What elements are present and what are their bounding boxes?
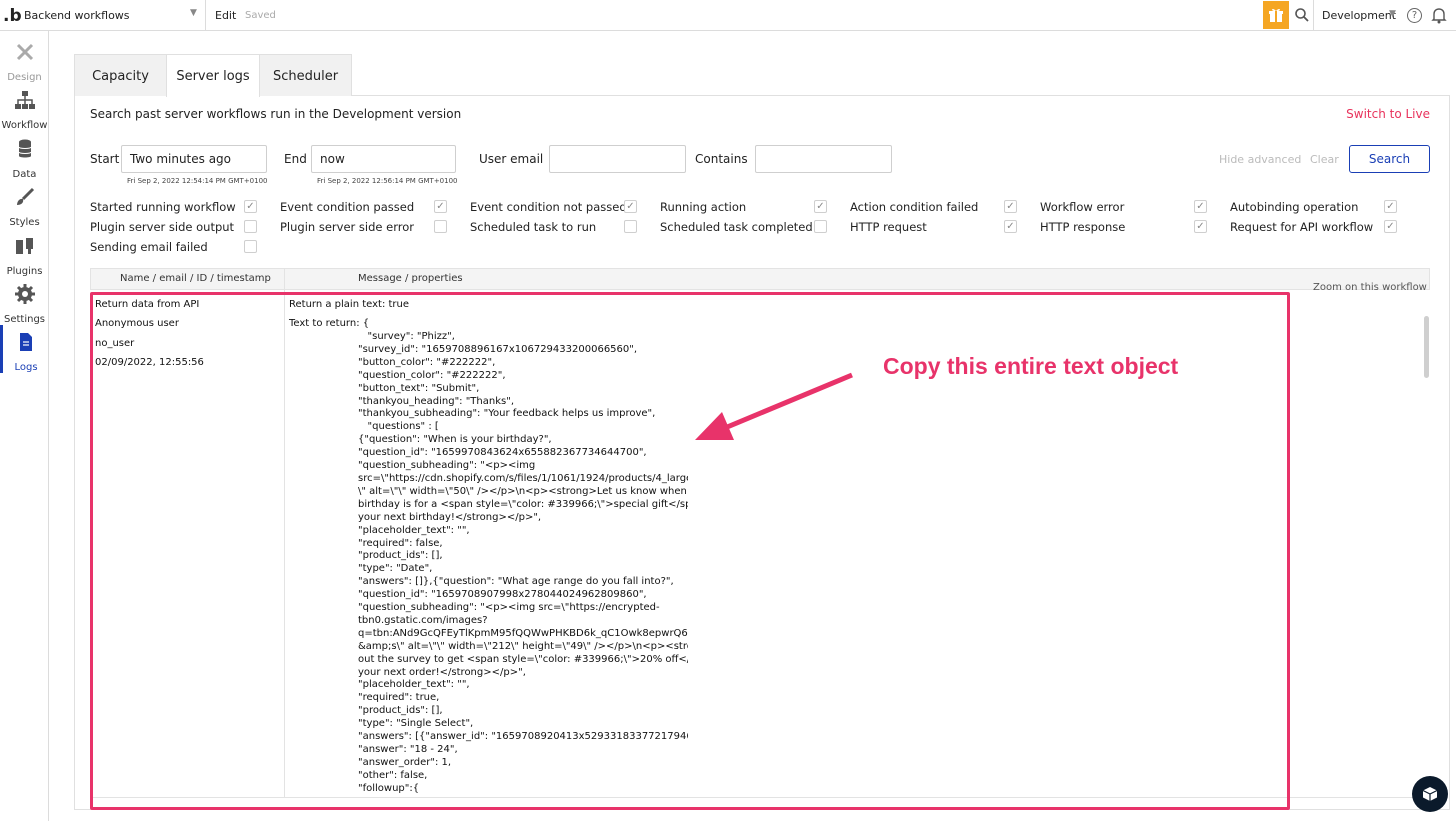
checkbox[interactable]: [434, 220, 447, 233]
gear-icon: [14, 284, 35, 304]
checkbox[interactable]: [244, 240, 257, 253]
filter-http-response: HTTP response: [1040, 220, 1126, 234]
checkbox[interactable]: ✓: [1384, 200, 1397, 213]
chevron-down-icon[interactable]: ▼: [1389, 9, 1396, 19]
end-input[interactable]: now: [311, 145, 456, 173]
checkbox[interactable]: [244, 220, 257, 233]
contains-label: Contains: [695, 152, 748, 166]
sidebar-item-label: Workflow: [1, 120, 48, 131]
search-icon[interactable]: [1294, 7, 1310, 23]
filter-request-for-api-workflow: Request for API workflow: [1230, 220, 1374, 234]
bell-icon[interactable]: [1431, 7, 1447, 24]
cube-icon: [1422, 787, 1438, 801]
filter-autobinding-operation: Autobinding operation: [1230, 200, 1359, 214]
filter-action-condition-failed: Action condition failed: [850, 200, 979, 214]
zoom-on-workflow-link[interactable]: Zoom on this workflow: [1313, 282, 1427, 292]
arrow-icon: [695, 372, 853, 440]
filter-running-action: Running action: [660, 200, 747, 214]
checkbox[interactable]: ✓: [1194, 220, 1207, 233]
start-label: Start: [90, 152, 120, 166]
plug-icon: [15, 238, 33, 254]
sidebar-item-plugins[interactable]: Plugins: [0, 229, 49, 277]
filter-scheduled-task-to-run: Scheduled task to run: [470, 220, 597, 234]
checkbox[interactable]: [624, 220, 637, 233]
checkbox[interactable]: ✓: [1384, 220, 1397, 233]
column-header-message: Message / properties: [358, 273, 463, 284]
sidebar-item-label: Design: [7, 72, 42, 83]
user-email-label: User email: [479, 152, 544, 166]
sidebar-item-label: Data: [12, 169, 37, 180]
search-button[interactable]: Search: [1349, 145, 1430, 173]
sidebar-item-workflow[interactable]: Workflow: [0, 83, 49, 131]
workflow-icon: [14, 91, 35, 109]
document-icon: [20, 333, 32, 351]
filter-event-condition-passed: Event condition passed: [280, 200, 415, 214]
filter-sending-email-failed: Sending email failed: [90, 240, 208, 254]
switch-to-live-link[interactable]: Switch to Live: [1346, 107, 1430, 121]
gift-button[interactable]: [1263, 1, 1289, 29]
checkbox[interactable]: ✓: [1004, 200, 1017, 213]
sidebar-item-label: Plugins: [6, 266, 43, 277]
filter-http-request: HTTP request: [850, 220, 927, 234]
checkbox[interactable]: ✓: [624, 200, 637, 213]
sidebar-item-styles[interactable]: Styles: [0, 180, 49, 228]
saved-status: Saved: [245, 10, 276, 21]
edit-menu[interactable]: Edit: [215, 9, 236, 22]
top-bar: .b Backend workflows ▼ Edit Saved Develo…: [0, 0, 1456, 31]
divider: [205, 0, 206, 31]
start-hint: Fri Sep 2, 2022 12:54:14 PM GMT+0100: [127, 177, 268, 185]
sidebar-item-design[interactable]: Design: [0, 35, 49, 83]
filter-plugin-server-side-error: Plugin server side error: [280, 220, 414, 234]
filter-workflow-error: Workflow error: [1040, 200, 1125, 214]
brush-icon: [16, 187, 34, 205]
start-input[interactable]: Two minutes ago: [121, 145, 267, 173]
sidebar-item-label: Styles: [9, 217, 40, 228]
design-icon: [16, 43, 33, 61]
bubble-logo[interactable]: .b: [3, 6, 22, 26]
sidebar-item-logs[interactable]: Logs: [0, 325, 49, 373]
column-header-name: Name / email / ID / timestamp: [120, 273, 271, 284]
checkbox[interactable]: ✓: [1194, 200, 1207, 213]
filter-scheduled-task-completed: Scheduled task completed: [660, 220, 813, 234]
environment-selector[interactable]: Development: [1322, 9, 1396, 22]
sidebar-item-label: Settings: [3, 314, 45, 325]
end-label: End: [284, 152, 307, 166]
contains-input[interactable]: [755, 145, 892, 173]
tab-capacity[interactable]: Capacity: [74, 54, 167, 96]
gift-icon: [1269, 8, 1283, 22]
checkbox[interactable]: [814, 220, 827, 233]
filter-event-condition-not-passed: Event condition not passed: [470, 200, 627, 214]
help-icon[interactable]: ?: [1407, 8, 1422, 23]
hide-advanced-link[interactable]: Hide advanced: [1219, 153, 1301, 166]
clear-link[interactable]: Clear: [1310, 153, 1339, 166]
sidebar: Design Workflow Data Styles Plugins Sett…: [0, 31, 49, 821]
table-header: Name / email / ID / timestamp Message / …: [90, 268, 1430, 290]
page-selector[interactable]: Backend workflows: [24, 9, 130, 22]
filter-plugin-server-side-output: Plugin server side output: [90, 220, 235, 234]
database-icon: [18, 139, 31, 158]
checkbox[interactable]: ✓: [1004, 220, 1017, 233]
callout-text: Copy this entire text object: [883, 353, 1179, 379]
sidebar-item-label: Logs: [14, 362, 38, 373]
checkbox[interactable]: ✓: [814, 200, 827, 213]
scrollbar[interactable]: [1424, 316, 1429, 378]
chevron-down-icon[interactable]: ▼: [190, 8, 197, 18]
divider: [1313, 0, 1314, 31]
checkbox[interactable]: ✓: [434, 200, 447, 213]
end-hint: Fri Sep 2, 2022 12:56:14 PM GMT+0100: [317, 177, 458, 185]
sidebar-item-settings[interactable]: Settings: [0, 277, 49, 325]
search-heading: Search past server workflows run in the …: [90, 107, 462, 121]
tab-scheduler[interactable]: Scheduler: [259, 54, 352, 96]
user-email-input[interactable]: [549, 145, 686, 173]
sidebar-item-data[interactable]: Data: [0, 132, 49, 180]
filter-started-running-workflow: Started running workflow: [90, 200, 236, 214]
chat-button[interactable]: [1412, 776, 1448, 812]
checkbox[interactable]: ✓: [244, 200, 257, 213]
tab-server-logs[interactable]: Server logs: [166, 54, 260, 97]
